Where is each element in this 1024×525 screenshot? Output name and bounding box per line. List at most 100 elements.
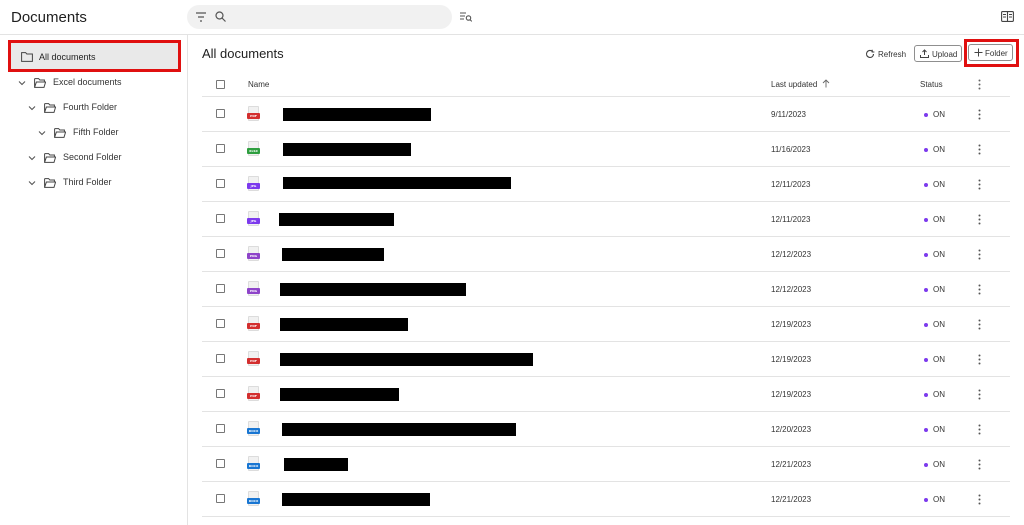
file-name-redacted[interactable] [279,213,394,226]
row-options-icon[interactable] [978,424,981,435]
row-checkbox[interactable] [216,424,225,433]
pdf-file-icon: PDF [247,106,261,123]
chevron-down-icon[interactable] [28,179,36,187]
file-name-redacted[interactable] [283,143,411,156]
docx-file-icon: DOCX [247,491,261,508]
row-checkbox[interactable] [216,354,225,363]
row-options-icon[interactable] [978,179,981,190]
table-row[interactable]: PDF 12/19/2023 ON [202,377,1010,412]
row-options-icon[interactable] [978,144,981,155]
row-options-icon[interactable] [978,284,981,295]
last-updated-cell: 12/19/2023 [771,390,812,399]
column-header-last-updated[interactable]: Last updated [771,80,817,89]
row-checkbox[interactable] [216,494,225,503]
book-icon[interactable] [1001,11,1014,22]
table-row[interactable]: JPG 12/11/2023 ON [202,202,1010,237]
table-row[interactable]: JPG 12/11/2023 ON [202,167,1010,202]
search-bar[interactable] [187,5,452,29]
column-options-icon[interactable] [978,79,981,90]
row-checkbox[interactable] [216,109,225,118]
status-label: ON [933,495,945,504]
chevron-down-icon[interactable] [28,154,36,162]
add-folder-button[interactable]: Folder [968,44,1013,61]
png-file-icon: PNG [247,281,261,298]
row-checkbox[interactable] [216,389,225,398]
status-label: ON [933,110,945,119]
filter-icon[interactable] [196,11,206,23]
file-name-redacted[interactable] [283,177,511,189]
sidebar-item-label: Fourth Folder [63,102,118,112]
file-name-redacted[interactable] [280,388,399,401]
sidebar-item-third-folder[interactable]: Third Folder [0,172,187,194]
sidebar-item-fifth-folder[interactable]: Fifth Folder [0,122,187,144]
file-name-redacted[interactable] [284,458,348,471]
file-type-label: DOCX [248,464,259,468]
table-row[interactable]: PDF 9/11/2023 ON [202,97,1010,132]
status-label: ON [933,285,945,294]
row-options-icon[interactable] [978,109,981,120]
upload-button[interactable]: Upload [914,45,962,62]
file-type-label: PNG [249,254,258,258]
chevron-down-icon[interactable] [38,129,46,137]
row-checkbox[interactable] [216,284,225,293]
chevron-down-icon[interactable] [28,104,36,112]
search-input[interactable] [231,8,441,26]
file-type-label: PDF [250,359,257,363]
file-type-label: XLSX [249,149,258,153]
status-dot [924,183,928,187]
png-file-icon: PNG [247,246,261,263]
status-dot [924,218,928,222]
row-options-icon[interactable] [978,354,981,365]
row-options-icon[interactable] [978,459,981,470]
upload-label: Upload [932,50,958,59]
file-name-redacted[interactable] [280,353,533,366]
file-name-redacted[interactable] [282,248,384,261]
row-checkbox[interactable] [216,179,225,188]
select-all-checkbox[interactable] [216,80,225,89]
sidebar-item-all-documents[interactable]: All documents [8,40,181,72]
row-options-icon[interactable] [978,494,981,505]
row-options-icon[interactable] [978,319,981,330]
file-name-redacted[interactable] [282,423,516,436]
sort-ascending-icon[interactable] [822,79,830,88]
jpg-file-icon: JPG [247,176,261,193]
file-type-label: PNG [249,289,258,293]
last-updated-cell: 9/11/2023 [771,110,806,119]
table-row[interactable]: PDF 12/19/2023 ON [202,307,1010,342]
sidebar-item-fourth-folder[interactable]: Fourth Folder [0,97,187,119]
column-header-status[interactable]: Status [920,80,943,89]
status-label: ON [933,215,945,224]
table-row[interactable]: PNG 12/12/2023 ON [202,237,1010,272]
file-name-redacted[interactable] [280,318,408,331]
row-checkbox[interactable] [216,249,225,258]
table-row[interactable]: XLSX 11/16/2023 ON [202,132,1010,167]
table-row[interactable]: DOCX 12/20/2023 ON [202,412,1010,447]
row-checkbox[interactable] [216,319,225,328]
status-dot [924,463,928,467]
row-checkbox[interactable] [216,214,225,223]
row-checkbox[interactable] [216,459,225,468]
page-title: All documents [202,46,284,61]
status-label: ON [933,320,945,329]
table-row[interactable]: DOCX 12/21/2023 ON [202,447,1010,482]
sidebar-item-excel-documents[interactable]: Excel documents [0,72,187,94]
sort-list-icon[interactable] [460,11,472,23]
table-row[interactable]: DOCX 12/21/2023 ON [202,482,1010,517]
file-name-redacted[interactable] [283,108,431,121]
refresh-label: Refresh [878,50,907,59]
chevron-down-icon[interactable] [18,79,26,87]
table-row[interactable]: PNG 12/12/2023 ON [202,272,1010,307]
row-options-icon[interactable] [978,214,981,225]
folder-icon [21,52,33,62]
file-type-label: PDF [250,324,257,328]
row-checkbox[interactable] [216,144,225,153]
file-name-redacted[interactable] [280,283,466,296]
file-name-redacted[interactable] [282,493,430,506]
last-updated-cell: 12/12/2023 [771,250,812,259]
app-title: Documents [11,9,87,26]
table-row[interactable]: PDF 12/19/2023 ON [202,342,1010,377]
row-options-icon[interactable] [978,249,981,260]
column-header-name[interactable]: Name [248,80,269,89]
sidebar-item-second-folder[interactable]: Second Folder [0,147,187,169]
row-options-icon[interactable] [978,389,981,400]
